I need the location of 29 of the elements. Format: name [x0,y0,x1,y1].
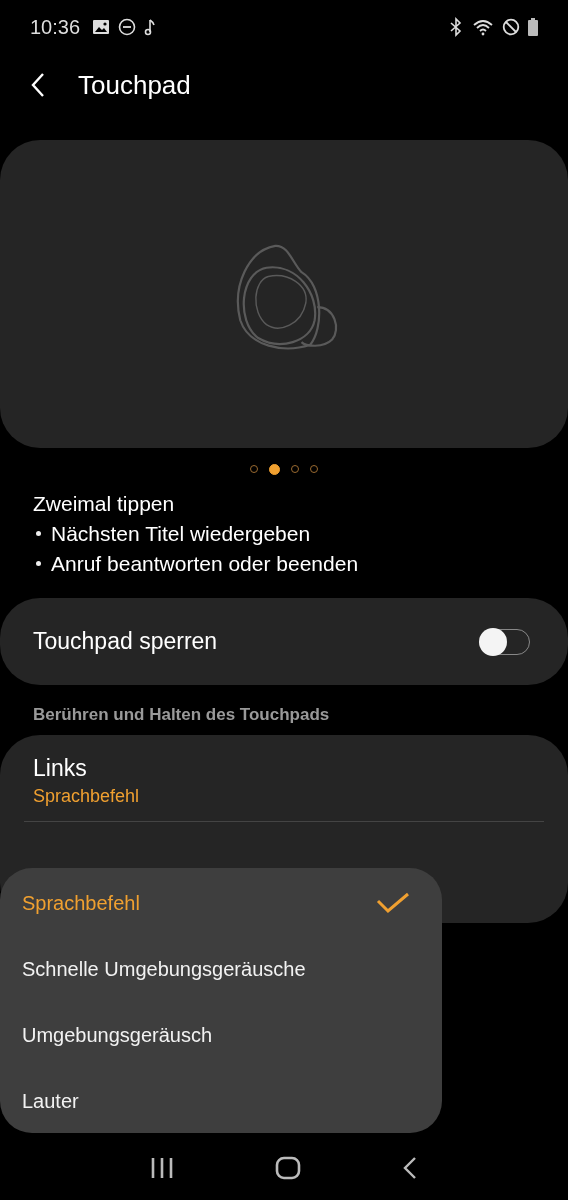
back-icon[interactable] [401,1156,418,1180]
battery-icon [528,18,538,36]
setting-value: Sprachbefehl [33,786,140,807]
section-header: Berühren und Halten des Touchpads [32,704,331,725]
menu-item[interactable]: Lauter [0,1068,442,1134]
bullet-icon [36,531,41,536]
do-not-disturb-icon [118,18,137,36]
checkmark-icon [376,891,410,915]
menu-item[interactable]: Umgebungsgeräusch [0,1002,442,1068]
bluetooth-icon [448,17,464,37]
wifi-icon [472,18,494,36]
blocked-icon [502,18,520,36]
gesture-action: Nächsten Titel wiedergeben [51,521,311,546]
lock-label: Touchpad sperren [33,628,218,655]
back-button[interactable] [30,72,46,98]
page-indicator-dot[interactable] [269,464,280,475]
lock-setting-card[interactable]: Touchpad sperren [0,598,568,685]
recent-apps-icon[interactable] [150,1157,175,1179]
home-icon[interactable] [275,1156,301,1180]
music-note-icon [144,18,157,36]
bullet-icon [36,561,41,566]
image-icon [92,19,111,35]
menu-item[interactable]: Sprachbefehl [0,870,442,936]
clock: 10:36 [30,15,81,39]
gesture-heading: Zweimal tippen [33,491,176,516]
setting-label[interactable]: Links [33,755,87,782]
page-title: Touchpad [78,69,191,101]
menu-item[interactable]: Schnelle Umgebungsgeräusche [0,936,442,1002]
gesture-action: Anruf beantworten oder beenden [51,551,359,576]
